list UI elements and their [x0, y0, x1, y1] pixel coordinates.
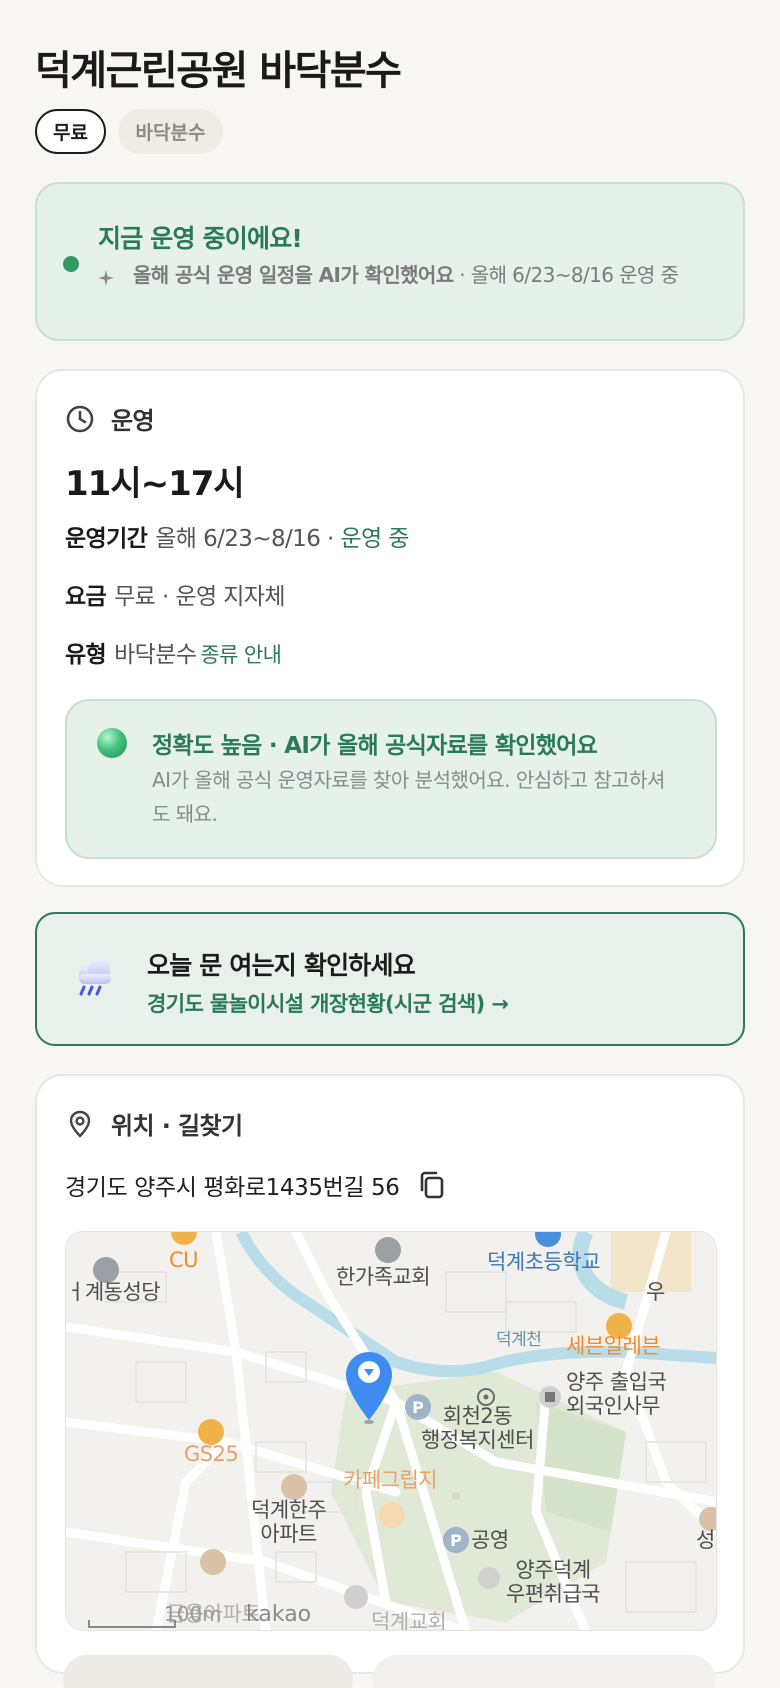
map-label-gs25: GS25	[184, 1442, 239, 1466]
operation-section-header: 운영	[65, 401, 155, 436]
type-row: 유형 바닥분수 종류 안내	[65, 635, 282, 669]
map-label-school: 덕계초등학교	[487, 1250, 600, 1274]
map-label-post: 양주덕계 우편취급국	[506, 1558, 601, 1606]
map-label-cafe: 카페그립지	[343, 1468, 438, 1492]
status-title: 지금 운영 중이에요!	[98, 224, 303, 253]
copy-icon[interactable]	[418, 1170, 446, 1200]
status-source: 올해 공식 운영 일정을 AI가 확인했어요 · 올해 6/23~8/16 운영…	[133, 260, 733, 290]
type-chip[interactable]: 바닥분수	[118, 109, 223, 154]
map-label-edge-u: 우	[646, 1280, 665, 1304]
rain-cloud-icon	[79, 959, 111, 996]
operation-section-label: 운영	[111, 407, 155, 435]
operating-status-card: 지금 운영 중이에요! 올해 공식 운영 일정을 AI가 확인했어요 · 올해 …	[35, 182, 745, 341]
page-title: 덕계근린공원 바닥분수	[35, 48, 402, 94]
open-status-link[interactable]: 경기도 물놀이시설 개장현황(시군 검색) →	[147, 988, 509, 1018]
address-row: 경기도 양주시 평화로1435번길 56	[65, 1168, 446, 1202]
map-brand-logo: kakao	[246, 1602, 312, 1627]
period-value: 올해 6/23~8/16 ·	[155, 526, 341, 552]
map-label-community: 회천2동 행정복지센터	[421, 1404, 534, 1452]
map-background: P P	[66, 1232, 716, 1630]
location-card: 위치 · 길찾기 경기도 양주시 평화로1435번길 56 P P CU 한가족…	[35, 1074, 745, 1674]
sparkle-icon	[98, 270, 114, 286]
fee-row: 요금 무료 · 운영 지자체	[65, 577, 285, 611]
map-label-cathedral: ㅓ계동성당	[66, 1280, 161, 1304]
fee-chip[interactable]: 무료	[35, 109, 106, 154]
map-label-church-family: 한가족교회	[336, 1265, 431, 1289]
accuracy-orb-icon	[97, 728, 127, 758]
clock-icon	[66, 405, 94, 432]
fee-value: 무료 · 운영 지자체	[114, 584, 285, 610]
map-label-apt: 덕계한주 아파트	[251, 1498, 327, 1546]
type-key: 유형	[65, 642, 107, 668]
type-value: 바닥분수	[114, 642, 197, 668]
notice-title: 오늘 문 여는지 확인하세요	[147, 951, 416, 980]
map-label-seven: 세븐일레븐	[566, 1334, 661, 1358]
map-label-church2: 덕계교회	[371, 1610, 447, 1631]
type-guide-link[interactable]: 종류 안내	[200, 643, 282, 667]
period-key: 운영기간	[65, 526, 148, 552]
operating-hours: 11시~17시	[65, 464, 245, 504]
location-pin-icon	[69, 1110, 91, 1138]
map-view[interactable]: P P CU 한가족교회 덕계초등학교 ㅓ계동성당 우 덕계천 세븐일레븐 양주…	[65, 1231, 717, 1631]
svg-text:P: P	[450, 1531, 462, 1550]
accuracy-description: AI가 올해 공식 운영자료를 찾아 분석했어요. 안심하고 참고하셔도 돼요.	[152, 768, 665, 826]
map-label-edge-seong: 성	[696, 1528, 715, 1552]
period-status: 운영 중	[340, 526, 409, 552]
map-scale-bar	[88, 1620, 176, 1628]
map-label-cu: CU	[169, 1248, 199, 1272]
map-label-stream: 덕계천	[496, 1330, 542, 1350]
fee-key: 요금	[65, 584, 107, 610]
address-text: 경기도 양주시 평화로1435번길 56	[65, 1175, 400, 1201]
status-dot-icon	[63, 256, 79, 272]
period-row: 운영기간 올해 6/23~8/16 · 운영 중	[65, 519, 409, 553]
location-section-header: 위치 · 길찾기	[65, 1106, 243, 1141]
map-label-immigration: 양주 출입국 외국인사무	[566, 1370, 667, 1418]
status-source-period: · 올해 6/23~8/16 운영 중	[453, 263, 679, 287]
map-label-parking: 공영	[471, 1528, 509, 1552]
accuracy-title: 정확도 높음 · AI가 올해 공식자료를 확인했어요	[152, 733, 598, 759]
map-scale-label: 100m	[164, 1602, 222, 1626]
status-source-bold: 올해 공식 운영 일정을 AI가 확인했어요	[133, 263, 454, 287]
open-check-notice[interactable]: 오늘 문 여는지 확인하세요 경기도 물놀이시설 개장현황(시군 검색) →	[35, 912, 745, 1046]
directions-button[interactable]	[63, 1655, 353, 1688]
location-section-label: 위치 · 길찾기	[111, 1112, 243, 1140]
map-app-button[interactable]	[373, 1655, 715, 1688]
operation-card: 운영 11시~17시 운영기간 올해 6/23~8/16 · 운영 중 요금 무료 …	[35, 369, 745, 887]
accuracy-box: 정확도 높음 · AI가 올해 공식자료를 확인했어요 AI가 올해 공식 운영…	[65, 699, 717, 859]
